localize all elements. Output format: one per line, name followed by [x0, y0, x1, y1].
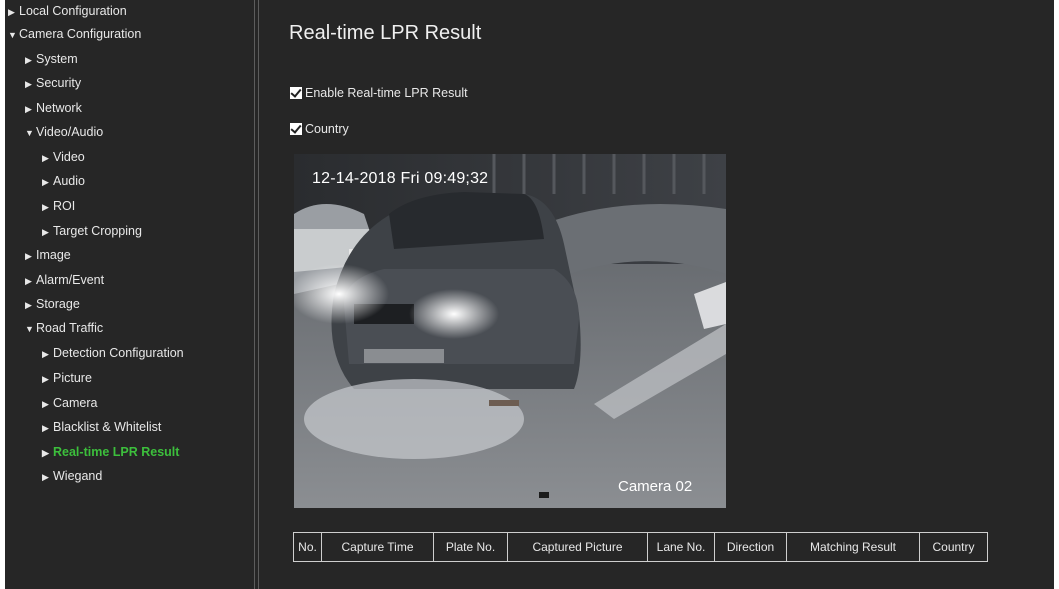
sidebar-item-security[interactable]: ▶ Security — [25, 72, 81, 94]
collapse-arrow-icon: ▼ — [25, 324, 34, 334]
sidebar-item-target-cropping[interactable]: ▶ Target Cropping — [42, 220, 142, 242]
enable-lpr-label: Enable Real-time LPR Result — [305, 86, 468, 100]
sidebar-item-label: Network — [36, 101, 82, 115]
expand-arrow-icon: ▶ — [25, 276, 32, 286]
page-title: Real-time LPR Result — [289, 22, 482, 44]
expand-arrow-icon: ▶ — [25, 79, 32, 89]
sidebar-item-label: Security — [36, 76, 82, 90]
sidebar-item-wiegand[interactable]: ▶ Wiegand — [42, 465, 102, 487]
osd-timestamp: 12-14-2018 Fri 09:49;32 — [312, 170, 489, 187]
sidebar-item-road-traffic[interactable]: ▼ Road Traffic — [25, 317, 103, 339]
sidebar-item-label: Wiegand — [53, 469, 103, 483]
sidebar-item-video-audio[interactable]: ▼ Video/Audio — [25, 121, 103, 143]
main-content: Real-time LPR Result Enable Real-time LP… — [265, 0, 1054, 589]
lpr-results-table: No. Capture Time Plate No. Captured Pict… — [293, 532, 988, 562]
sidebar-item-storage[interactable]: ▶ Storage — [25, 293, 80, 315]
sidebar-item-label: Real-time LPR Result — [53, 445, 180, 459]
sidebar-item-label: Detection Configuration — [53, 346, 184, 360]
expand-arrow-icon: ▶ — [42, 349, 49, 359]
sidebar-item-local-configuration[interactable]: ▶ Local Configuration — [8, 0, 127, 22]
column-header-captured-picture[interactable]: Captured Picture — [507, 532, 648, 562]
expand-arrow-icon: ▶ — [42, 202, 49, 212]
expand-arrow-icon: ▶ — [25, 300, 32, 310]
sidebar-item-picture[interactable]: ▶ Picture — [42, 367, 92, 389]
column-header-lane-no[interactable]: Lane No. — [647, 532, 715, 562]
sidebar-item-label: System — [36, 52, 78, 66]
expand-arrow-icon: ▶ — [42, 227, 49, 237]
column-header-no[interactable]: No. — [293, 532, 322, 562]
column-header-country[interactable]: Country — [919, 532, 988, 562]
sidebar-item-label: Audio — [53, 174, 85, 188]
expand-arrow-icon: ▶ — [42, 374, 49, 384]
column-header-matching-result[interactable]: Matching Result — [786, 532, 920, 562]
expand-arrow-icon: ▶ — [42, 153, 49, 163]
sidebar-item-label: ROI — [53, 199, 76, 213]
sidebar-item-image[interactable]: ▶ Image — [25, 244, 71, 266]
expand-arrow-icon: ▶ — [25, 251, 32, 261]
sidebar-item-label: Alarm/Event — [36, 273, 105, 287]
sidebar-item-video[interactable]: ▶ Video — [42, 146, 85, 168]
expand-arrow-icon: ▶ — [42, 423, 49, 433]
expand-arrow-icon: ▶ — [42, 448, 49, 458]
app-frame: ▶ Local Configuration ▼ Camera Configurati… — [5, 0, 1054, 589]
sidebar-item-blacklist-whitelist[interactable]: ▶ Blacklist & Whitelist — [42, 416, 161, 438]
enable-lpr-checkbox[interactable]: Enable Real-time LPR Result — [290, 84, 468, 102]
sidebar-item-network[interactable]: ▶ Network — [25, 97, 82, 119]
checkbox-checked-icon[interactable] — [290, 123, 302, 135]
expand-arrow-icon: ▶ — [42, 399, 49, 409]
sidebar-item-label: Road Traffic — [36, 321, 104, 335]
sidebar-item-audio[interactable]: ▶ Audio — [42, 170, 85, 192]
sidebar-divider — [254, 0, 255, 589]
column-header-direction[interactable]: Direction — [714, 532, 787, 562]
expand-arrow-icon: ▶ — [25, 55, 32, 65]
sidebar-item-label: Local Configuration — [19, 4, 127, 18]
osd-camera-name: Camera 02 — [618, 478, 693, 495]
sidebar-item-camera[interactable]: ▶ Camera — [42, 392, 97, 414]
country-label: Country — [305, 122, 349, 136]
sidebar-item-label: Storage — [36, 297, 80, 311]
collapse-arrow-icon: ▼ — [8, 30, 17, 40]
sidebar-item-label: Image — [36, 248, 71, 262]
sidebar-nav: ▶ Local Configuration ▼ Camera Configurati… — [5, 0, 253, 589]
sidebar-item-label: Video/Audio — [36, 125, 104, 139]
column-header-plate-no[interactable]: Plate No. — [433, 532, 508, 562]
checkbox-checked-icon[interactable] — [290, 87, 302, 99]
expand-arrow-icon: ▶ — [42, 177, 49, 187]
country-checkbox[interactable]: Country — [290, 120, 349, 138]
sidebar-item-label: Picture — [53, 371, 92, 385]
sidebar-item-realtime-lpr-result[interactable]: ▶ Real-time LPR Result — [42, 441, 179, 463]
column-header-capture-time[interactable]: Capture Time — [321, 532, 434, 562]
expand-arrow-icon: ▶ — [8, 7, 15, 17]
expand-arrow-icon: ▶ — [25, 104, 32, 114]
sidebar-item-system[interactable]: ▶ System — [25, 48, 78, 70]
sidebar-divider — [258, 0, 259, 589]
camera-scene-image — [294, 154, 726, 508]
sidebar-item-detection-configuration[interactable]: ▶ Detection Configuration — [42, 342, 184, 364]
collapse-arrow-icon: ▼ — [25, 128, 34, 138]
sidebar-item-label: Blacklist & Whitelist — [53, 420, 162, 434]
sidebar-item-label: Video — [53, 150, 85, 164]
sidebar-item-roi[interactable]: ▶ ROI — [42, 195, 75, 217]
sidebar-item-label: Camera Configuration — [19, 27, 142, 41]
sidebar-item-camera-configuration[interactable]: ▼ Camera Configuration — [8, 23, 141, 45]
sidebar-item-label: Target Cropping — [53, 224, 142, 238]
sidebar-item-alarm-event[interactable]: ▶ Alarm/Event — [25, 269, 104, 291]
expand-arrow-icon: ▶ — [42, 472, 49, 482]
sidebar-item-label: Camera — [53, 396, 98, 410]
table-header-row: No. Capture Time Plate No. Captured Pict… — [293, 532, 988, 562]
live-video-view[interactable]: 12-14-2018 Fri 09:49;32 Camera 02 — [294, 154, 726, 508]
